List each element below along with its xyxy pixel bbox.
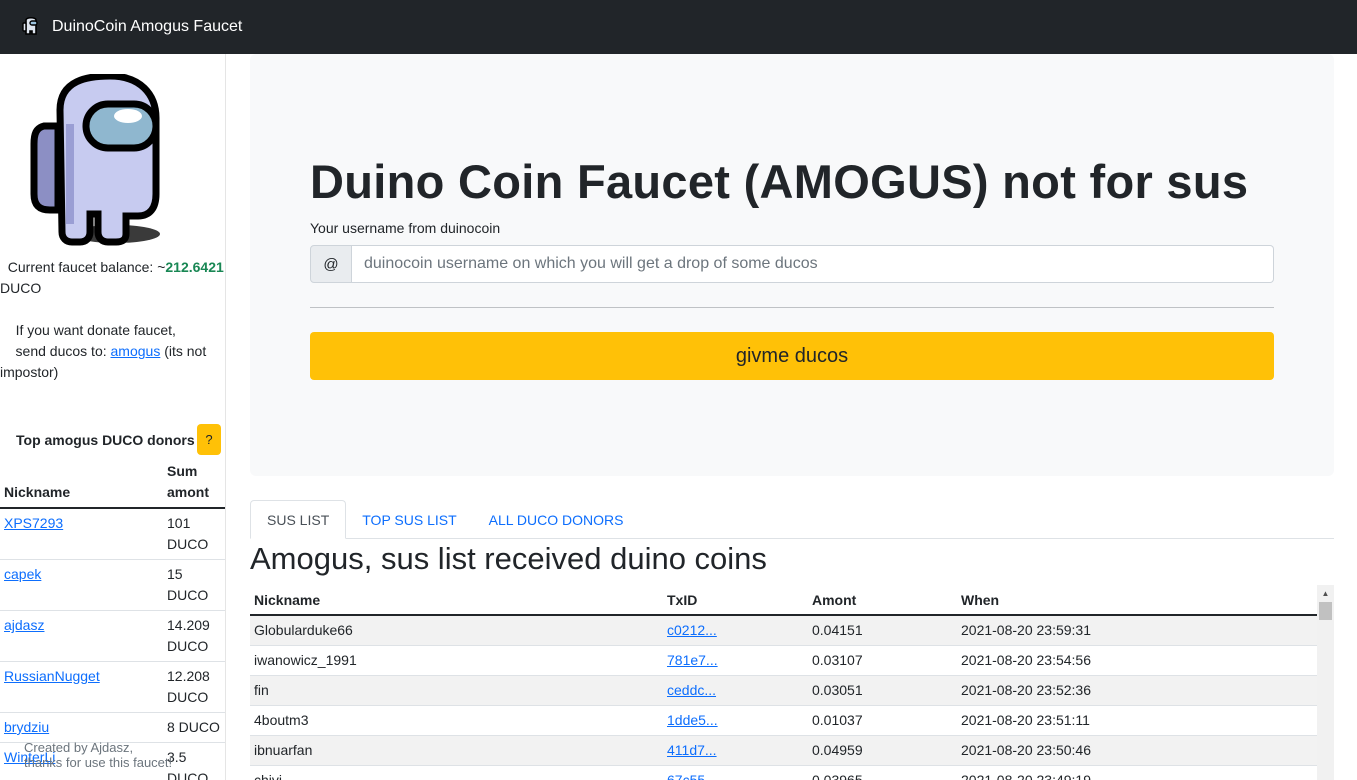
tab-sus-list[interactable]: SUS LIST <box>250 500 347 539</box>
donors-header-row: Nickname Sum amont <box>0 459 225 509</box>
tx-nick: 4boutm3 <box>250 705 663 736</box>
tx-nick: Globularduke66 <box>250 615 663 646</box>
tx-id-link[interactable]: 781e7... <box>667 652 718 668</box>
tx-amount: 0.03965 <box>808 765 957 780</box>
top-navbar: DuinoCoin Amogus Faucet <box>0 0 1357 54</box>
help-button[interactable]: ? <box>197 424 221 455</box>
donate-info: If you want donate faucet, send ducos to… <box>0 320 222 383</box>
donor-sum: 101 DUCO <box>163 508 225 560</box>
list-tabs: SUS LIST TOP SUS LIST ALL DUCO DONORS <box>250 500 1334 539</box>
tx-when: 2021-08-20 23:51:11 <box>957 705 1317 736</box>
tx-col-txid: TxID <box>663 585 808 616</box>
tx-when: 2021-08-20 23:59:31 <box>957 615 1317 646</box>
table-row: fin ceddc... 0.03051 2021-08-20 23:52:36 <box>250 675 1317 706</box>
donors-col-sum: Sum amont <box>163 459 225 509</box>
scrollbar-thumb[interactable] <box>1319 602 1332 620</box>
table-row: iwanowicz_1991 781e7... 0.03107 2021-08-… <box>250 645 1317 676</box>
at-prefix: @ <box>310 245 352 283</box>
donor-nick-link[interactable]: ajdasz <box>4 617 44 633</box>
donor-sum: 14.209 DUCO <box>163 610 225 662</box>
tx-nick: iwanowicz_1991 <box>250 645 663 676</box>
donor-nick-link[interactable]: brydziu <box>4 719 49 735</box>
tab-top-sus-list[interactable]: TOP SUS LIST <box>346 500 472 539</box>
tx-header-row: Nickname TxID Amont When <box>250 585 1317 616</box>
balance-unit: DUCO <box>0 280 42 296</box>
app-title[interactable]: DuinoCoin Amogus Faucet <box>52 18 242 36</box>
donor-sum: 12.208 DUCO <box>163 661 225 713</box>
section-title: Amogus, sus list received duino coins <box>250 541 767 576</box>
tx-when: 2021-08-20 23:50:46 <box>957 735 1317 766</box>
balance-value: 212.6421 <box>165 259 224 275</box>
donors-header: Top amogus DUCO donors ? <box>16 424 225 456</box>
tx-id-link[interactable]: ceddc... <box>667 682 716 698</box>
transactions-table-wrapper: Nickname TxID Amont When Globularduke66 … <box>250 585 1334 780</box>
tx-nick: ibnuarfan <box>250 735 663 766</box>
tx-amount: 0.04151 <box>808 615 957 646</box>
transactions-table: Nickname TxID Amont When Globularduke66 … <box>250 585 1317 780</box>
tx-id-link[interactable]: 1dde5... <box>667 712 718 728</box>
username-input[interactable] <box>352 245 1274 283</box>
donors-title: Top amogus DUCO donors <box>16 432 195 448</box>
amogus-mascot-image <box>30 74 160 246</box>
username-label: Your username from duinocoin <box>310 220 501 236</box>
table-row: ibnuarfan 411d7... 0.04959 2021-08-20 23… <box>250 735 1317 766</box>
tx-amount: 0.03051 <box>808 675 957 706</box>
footer-credit-text: Created by Ajdasz, thanks for use this fa… <box>24 740 173 770</box>
tx-amount: 0.01037 <box>808 705 957 736</box>
divider <box>310 307 1274 308</box>
faucet-balance: Current faucet balance: ~212.6421 DUCO <box>0 257 225 299</box>
tab-all-duco-donors[interactable]: ALL DUCO DONORS <box>473 500 640 539</box>
username-input-group: @ <box>310 245 1274 283</box>
tx-id-link[interactable]: 67c55... <box>667 772 717 780</box>
tx-col-amount: Amont <box>808 585 957 616</box>
donors-table: Nickname Sum amont XPS7293 101 DUCO cape… <box>0 459 225 780</box>
footer-credit: Created by Ajdasz, thanks for use this fa… <box>24 740 172 770</box>
tx-when: 2021-08-20 23:54:56 <box>957 645 1317 676</box>
donor-row: RussianNugget 12.208 DUCO <box>0 661 225 713</box>
tx-col-nickname: Nickname <box>250 585 663 616</box>
table-row: Globularduke66 c0212... 0.04151 2021-08-… <box>250 615 1317 646</box>
donor-sum: 8 DUCO <box>163 712 225 743</box>
donor-nick-link[interactable]: RussianNugget <box>4 668 100 684</box>
donor-sum: 3.5 DUCO <box>163 742 225 780</box>
tx-when: 2021-08-20 23:49:19 <box>957 765 1317 780</box>
donor-row: capek 15 DUCO <box>0 559 225 611</box>
donor-row: XPS7293 101 DUCO <box>0 508 225 560</box>
table-row: chivi 67c55... 0.03965 2021-08-20 23:49:… <box>250 765 1317 780</box>
tx-id-link[interactable]: 411d7... <box>667 742 717 758</box>
donor-nick-link[interactable]: capek <box>4 566 41 582</box>
tx-nick: chivi <box>250 765 663 780</box>
donate-user-link[interactable]: amogus <box>111 343 161 359</box>
tx-id-link[interactable]: c0212... <box>667 622 717 638</box>
sidebar: Current faucet balance: ~212.6421 DUCO I… <box>0 54 226 780</box>
donor-sum: 15 DUCO <box>163 559 225 611</box>
donors-col-nickname: Nickname <box>0 459 163 509</box>
donor-nick-link[interactable]: XPS7293 <box>4 515 63 531</box>
scroll-up-arrow-icon[interactable]: ▲ <box>1317 585 1334 602</box>
table-row: 4boutm3 1dde5... 0.01037 2021-08-20 23:5… <box>250 705 1317 736</box>
donor-row: brydziu 8 DUCO <box>0 712 225 743</box>
page-title: Duino Coin Faucet (AMOGUS) not for sus <box>310 155 1249 208</box>
tx-amount: 0.04959 <box>808 735 957 766</box>
tx-col-when: When <box>957 585 1317 616</box>
table-scrollbar[interactable]: ▲ <box>1317 585 1334 780</box>
tx-nick: fin <box>250 675 663 706</box>
givme-ducos-button[interactable]: givme ducos <box>310 332 1274 380</box>
tx-amount: 0.03107 <box>808 645 957 676</box>
tx-when: 2021-08-20 23:52:36 <box>957 675 1317 706</box>
amogus-icon <box>22 16 38 35</box>
faucet-hero: Duino Coin Faucet (AMOGUS) not for sus Y… <box>250 54 1334 476</box>
balance-label: Current faucet balance: ~ <box>7 259 166 275</box>
donor-row: ajdasz 14.209 DUCO <box>0 610 225 662</box>
